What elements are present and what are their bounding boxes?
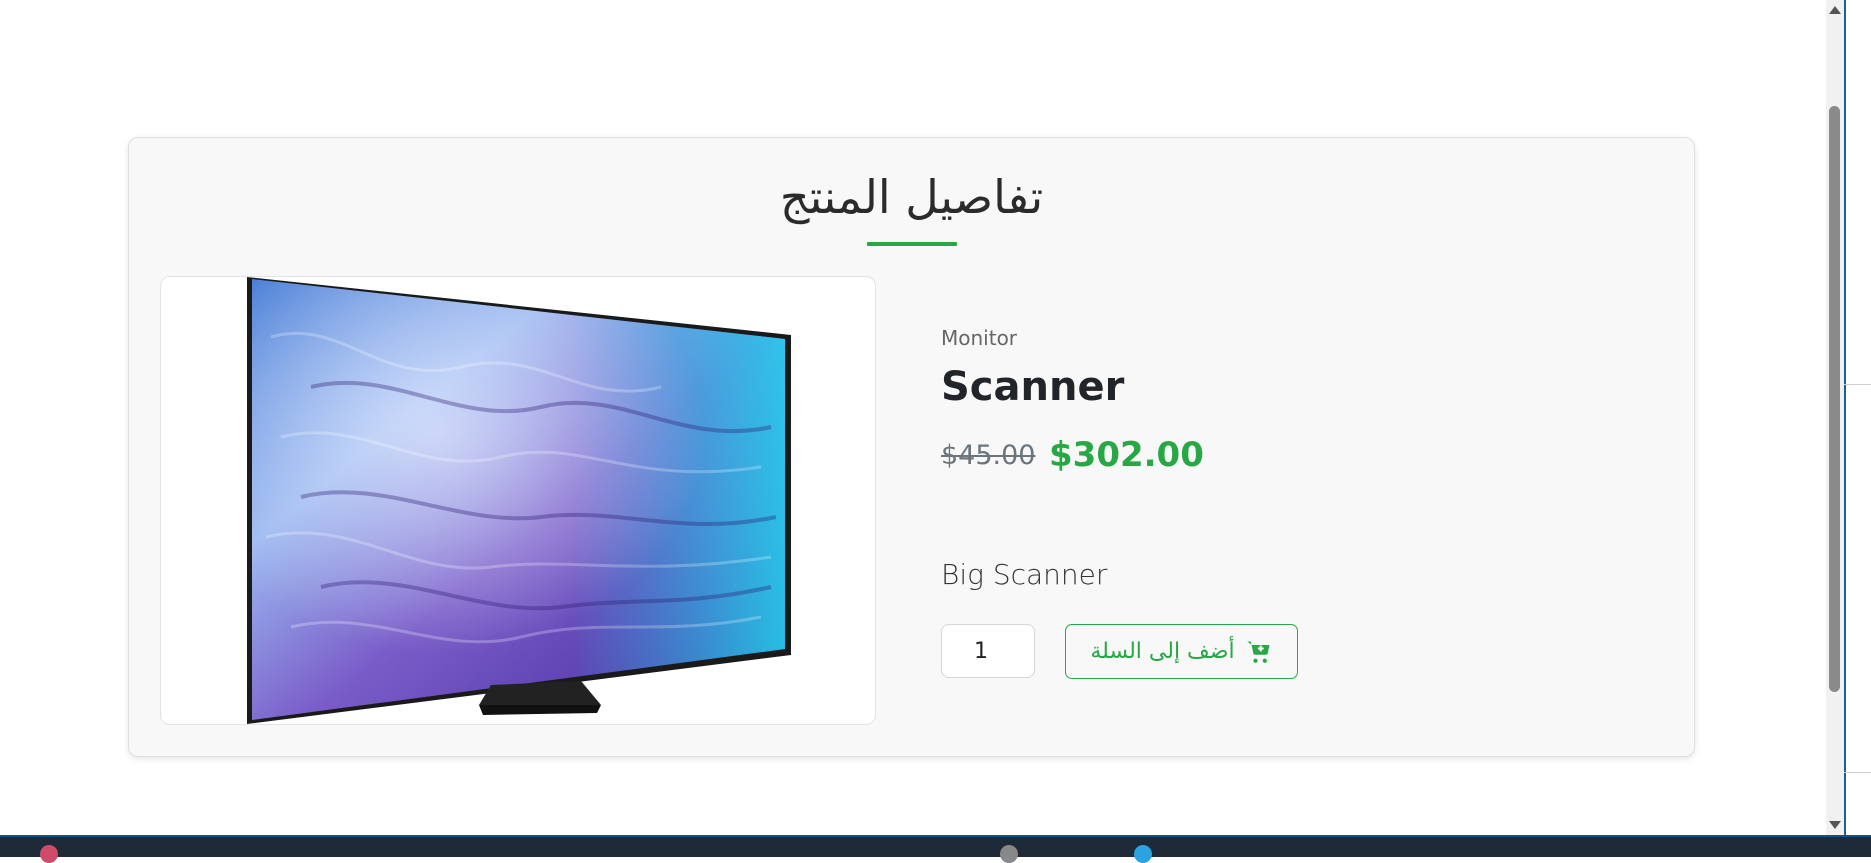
product-description: Big Scanner — [941, 558, 1108, 591]
scroll-down-arrow-icon[interactable] — [1829, 821, 1841, 829]
taskbar-app-icon[interactable] — [40, 845, 58, 863]
page-title: تفاصيل المنتج — [779, 170, 1044, 224]
taskbar-app-icon[interactable] — [1000, 845, 1018, 863]
tv-monitor-image — [247, 277, 791, 724]
old-price: $45.00 — [941, 440, 1036, 471]
taskbar-app-icon[interactable] — [1134, 845, 1152, 863]
add-to-cart-button[interactable]: أضف إلى السلة — [1065, 624, 1298, 679]
quantity-input[interactable] — [941, 624, 1035, 678]
side-panel-divider — [1844, 772, 1871, 773]
side-panel-edge — [1844, 0, 1871, 855]
product-name: Scanner — [941, 364, 1125, 410]
current-price: $302.00 — [1049, 435, 1204, 475]
product-details-card: تفاصيل المنتج Monitor Scanner $45.00 $30… — [128, 137, 1695, 757]
side-panel — [1846, 0, 1871, 835]
scrollbar-thumb[interactable] — [1829, 106, 1840, 692]
add-to-cart-label: أضف إلى السلة — [1090, 639, 1235, 664]
product-image — [160, 276, 876, 725]
scroll-up-arrow-icon[interactable] — [1829, 6, 1841, 14]
vertical-scrollbar[interactable] — [1826, 0, 1844, 835]
browser-viewport: تفاصيل المنتج Monitor Scanner $45.00 $30… — [0, 0, 1830, 835]
product-category: Monitor — [941, 326, 1018, 350]
os-taskbar — [0, 835, 1871, 863]
title-underline — [867, 242, 957, 246]
cart-plus-icon — [1246, 641, 1270, 663]
side-panel-divider — [1844, 384, 1871, 385]
